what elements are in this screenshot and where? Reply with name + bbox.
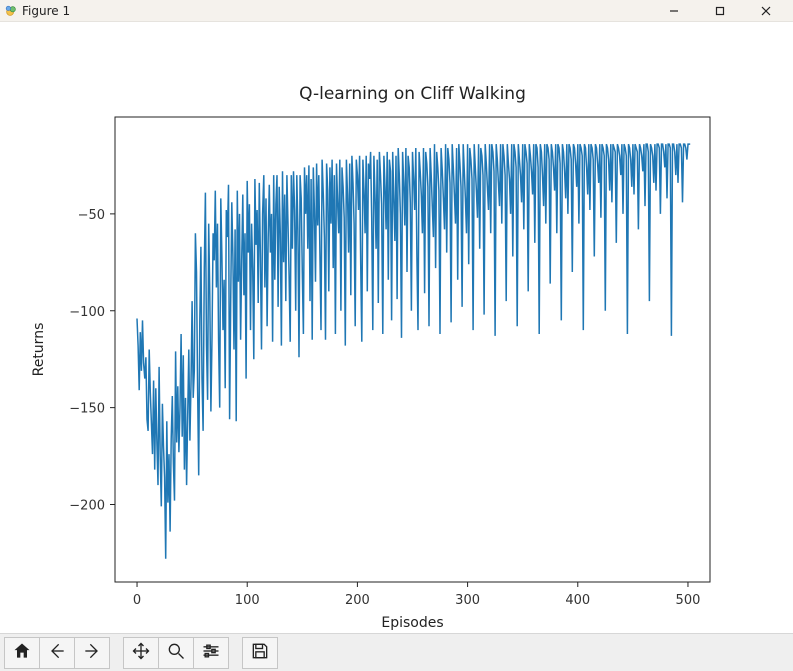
maximize-button[interactable] <box>697 0 743 22</box>
x-axis-label: Episodes <box>381 615 443 631</box>
x-tick-label: 500 <box>676 593 701 608</box>
x-tick-label: 400 <box>565 593 590 608</box>
back-button[interactable] <box>39 637 75 669</box>
configure-button[interactable] <box>193 637 229 669</box>
move-icon <box>131 641 151 665</box>
series-returns <box>137 144 690 559</box>
home-icon <box>12 641 32 665</box>
x-tick-label: 0 <box>133 593 141 608</box>
app-icon <box>4 4 18 18</box>
close-button[interactable] <box>743 0 789 22</box>
plot-canvas: Q-learning on Cliff Walking 0 100 200 300 400… <box>0 22 793 633</box>
save-button[interactable] <box>242 637 278 669</box>
y-tick-label: −100 <box>69 305 105 320</box>
y-tick-label: −150 <box>69 402 105 417</box>
save-icon <box>250 641 270 665</box>
figure-window: Figure 1 Q-learning on Cliff Walking 0 100… <box>0 0 793 671</box>
y-tick-label: −200 <box>69 499 105 514</box>
sliders-icon <box>201 641 221 665</box>
minimize-button[interactable] <box>651 0 697 22</box>
plot-area: Q-learning on Cliff Walking 0 100 200 300 400… <box>0 22 793 633</box>
chart-title: Q-learning on Cliff Walking <box>299 84 526 104</box>
y-tick-label: −50 <box>78 208 105 223</box>
zoom-icon <box>166 641 186 665</box>
forward-icon <box>82 641 102 665</box>
forward-button[interactable] <box>74 637 110 669</box>
matplotlib-toolbar <box>0 633 793 671</box>
home-button[interactable] <box>4 637 40 669</box>
zoom-button[interactable] <box>158 637 194 669</box>
window-title: Figure 1 <box>22 4 70 18</box>
x-tick-label: 300 <box>455 593 480 608</box>
y-axis-label: Returns <box>31 323 47 377</box>
pan-button[interactable] <box>123 637 159 669</box>
x-tick-label: 200 <box>345 593 370 608</box>
back-icon <box>47 641 67 665</box>
x-tick-label: 100 <box>235 593 260 608</box>
titlebar: Figure 1 <box>0 0 793 22</box>
